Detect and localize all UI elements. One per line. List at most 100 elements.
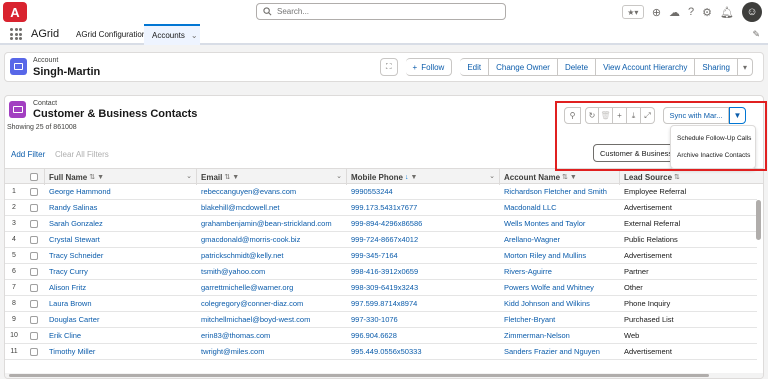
cell-full-name[interactable]: George Hammond xyxy=(49,184,195,199)
cell-account-name[interactable]: Macdonald LLC xyxy=(504,200,618,215)
column-header-account-name[interactable]: Account Name ⇅ ▼ xyxy=(500,169,620,185)
table-row[interactable]: 11 Timothy Miller twright@miles.com 995.449… xyxy=(5,344,757,360)
scroll-thumb[interactable] xyxy=(756,200,761,240)
table-row[interactable]: 2 Randy Salinas blakehill@mcdowell.net 999.… xyxy=(5,200,757,216)
bell-icon[interactable]: 🔔︎ xyxy=(720,6,734,19)
cell-email[interactable]: rebeccanguyen@evans.com xyxy=(201,184,345,199)
clear-filters-link[interactable]: Clear All Filters xyxy=(55,150,109,159)
export-button[interactable]: ⤓ xyxy=(627,107,641,124)
table-row[interactable]: 5 Tracy Schneider patrickschmidt@kelly.net… xyxy=(5,248,757,264)
column-header-lead-source[interactable]: Lead Source ⇅ xyxy=(620,169,760,185)
cell-mobile-phone[interactable]: 999.173.5431x7677 xyxy=(351,200,497,215)
cell-account-name[interactable]: Kidd Johnson and Wilkins xyxy=(504,296,618,311)
favorites-button[interactable]: ★ ▾ xyxy=(621,5,644,19)
refresh-button[interactable]: ↻ xyxy=(585,107,599,124)
cell-mobile-phone[interactable]: 995.449.0556x50333 xyxy=(351,344,497,359)
cell-full-name[interactable]: Alison Fritz xyxy=(49,280,195,295)
menu-item-archive-inactive[interactable]: Archive Inactive Contacts xyxy=(671,147,755,164)
cell-full-name[interactable]: Timothy Miller xyxy=(49,344,195,359)
cell-mobile-phone[interactable]: 9990553244 xyxy=(351,184,497,199)
row-checkbox[interactable] xyxy=(30,283,38,292)
column-header-full-name[interactable]: Full Name ⇅ ▼ ⌄ xyxy=(45,169,197,185)
cell-full-name[interactable]: Erik Cline xyxy=(49,328,195,343)
cell-account-name[interactable]: Sanders Frazier and Nguyen xyxy=(504,344,618,359)
sync-menu-toggle[interactable]: ▼ xyxy=(729,107,746,124)
cell-email[interactable]: garrettmichelle@warner.org xyxy=(201,280,345,295)
cell-email[interactable]: blakehill@mcdowell.net xyxy=(201,200,345,215)
delete-button[interactable]: Delete xyxy=(557,58,597,76)
menu-item-schedule-follow-up[interactable]: Schedule Follow-Up Calls xyxy=(671,130,755,147)
cell-account-name[interactable]: Rivers-Aguirre xyxy=(504,264,618,279)
change-owner-button[interactable]: Change Owner xyxy=(489,58,558,76)
cell-full-name[interactable]: Sarah Gonzalez xyxy=(49,216,195,231)
cell-mobile-phone[interactable]: 997-330-1076 xyxy=(351,312,497,327)
help-icon[interactable]: ? xyxy=(688,6,694,18)
table-row[interactable]: 6 Tracy Curry tsmith@yahoo.com 998-416-3912… xyxy=(5,264,757,280)
follow-button[interactable]: + Follow xyxy=(405,58,453,76)
cell-email[interactable]: mitchellmichael@boyd-west.com xyxy=(201,312,345,327)
chevron-down-icon[interactable]: ⌄ xyxy=(191,31,198,40)
cell-account-name[interactable]: Arellano-Wagner xyxy=(504,232,618,247)
sharing-button[interactable]: Sharing xyxy=(695,58,738,76)
add-filter-link[interactable]: Add Filter xyxy=(11,150,45,159)
cell-account-name[interactable]: Morton Riley and Mullins xyxy=(504,248,618,263)
row-checkbox[interactable] xyxy=(30,315,38,324)
global-search-input[interactable]: Search... xyxy=(256,3,506,20)
table-row[interactable]: 10 Erik Cline erin83@thomas.com 996.904.662… xyxy=(5,328,757,344)
horizontal-scrollbar[interactable] xyxy=(5,373,763,378)
cell-email[interactable]: patrickschmidt@kelly.net xyxy=(201,248,345,263)
trailhead-icon[interactable]: ☁ xyxy=(669,6,680,19)
cell-email[interactable]: grahambenjamin@bean-strickland.com xyxy=(201,216,345,231)
sort-icon[interactable]: ⇅ xyxy=(89,173,95,181)
cell-mobile-phone[interactable]: 996.904.6628 xyxy=(351,328,497,343)
cell-mobile-phone[interactable]: 998-416-3912x0659 xyxy=(351,264,497,279)
cell-email[interactable]: twright@miles.com xyxy=(201,344,345,359)
table-row[interactable]: 7 Alison Fritz garrettmichelle@warner.org 9… xyxy=(5,280,757,296)
table-row[interactable]: 3 Sarah Gonzalez grahambenjamin@bean-stric… xyxy=(5,216,757,232)
cell-mobile-phone[interactable]: 997.599.8714x8974 xyxy=(351,296,497,311)
hierarchy-button[interactable]: ⛶ xyxy=(379,58,398,76)
row-checkbox[interactable] xyxy=(30,203,38,212)
chevron-down-icon[interactable]: ⌄ xyxy=(489,172,495,180)
sort-icon[interactable]: ⇅ xyxy=(674,173,680,181)
cell-account-name[interactable]: Fletcher-Bryant xyxy=(504,312,618,327)
expand-button[interactable]: ⤢ xyxy=(641,107,655,124)
column-header-email[interactable]: Email ⇅ ▼ ⌄ xyxy=(197,169,347,185)
cell-account-name[interactable]: Richardson Fletcher and Smith xyxy=(504,184,618,199)
table-row[interactable]: 8 Laura Brown colegregory@conner-diaz.com 9… xyxy=(5,296,757,312)
filter-icon[interactable]: ▼ xyxy=(570,174,577,181)
edit-nav-icon[interactable]: ✎ xyxy=(752,29,760,40)
add-row-button[interactable]: + xyxy=(613,107,627,124)
vertical-scrollbar[interactable] xyxy=(756,186,761,372)
avatar[interactable]: ☺ xyxy=(742,2,762,22)
search-button[interactable]: ⚲ xyxy=(564,107,581,124)
row-checkbox[interactable] xyxy=(30,235,38,244)
edit-button[interactable]: Edit xyxy=(460,58,490,76)
cell-full-name[interactable]: Randy Salinas xyxy=(49,200,195,215)
tab-accounts[interactable]: Accounts ⌄ xyxy=(144,24,200,45)
filter-icon[interactable]: ▼ xyxy=(97,174,104,181)
filter-icon[interactable]: ▼ xyxy=(232,174,239,181)
cell-mobile-phone[interactable]: 999-894-4296x86586 xyxy=(351,216,497,231)
cell-account-name[interactable]: Wells Montes and Taylor xyxy=(504,216,618,231)
cell-email[interactable]: colegregory@conner-diaz.com xyxy=(201,296,345,311)
more-actions-button[interactable]: ▾ xyxy=(737,58,753,76)
row-checkbox[interactable] xyxy=(30,267,38,276)
chevron-down-icon[interactable]: ⌄ xyxy=(336,172,342,180)
app-launcher-icon[interactable] xyxy=(10,28,22,40)
filter-icon[interactable]: ▼ xyxy=(411,174,418,181)
cell-full-name[interactable]: Tracy Curry xyxy=(49,264,195,279)
cell-account-name[interactable]: Powers Wolfe and Whitney xyxy=(504,280,618,295)
sort-desc-icon[interactable]: ↓ xyxy=(405,174,409,181)
select-all-checkbox[interactable] xyxy=(29,173,38,181)
row-checkbox[interactable] xyxy=(30,299,38,308)
cell-mobile-phone[interactable]: 999-345-7164 xyxy=(351,248,497,263)
cell-full-name[interactable]: Crystal Stewart xyxy=(49,232,195,247)
cell-mobile-phone[interactable]: 998-309-6419x3243 xyxy=(351,280,497,295)
add-icon[interactable]: ⊕ xyxy=(652,6,661,19)
cell-full-name[interactable]: Douglas Carter xyxy=(49,312,195,327)
cell-email[interactable]: erin83@thomas.com xyxy=(201,328,345,343)
table-row[interactable]: 9 Douglas Carter mitchellmichael@boyd-west… xyxy=(5,312,757,328)
delete-selected-button[interactable]: 🗑︎ xyxy=(599,107,613,124)
sort-icon[interactable]: ⇅ xyxy=(224,173,230,181)
